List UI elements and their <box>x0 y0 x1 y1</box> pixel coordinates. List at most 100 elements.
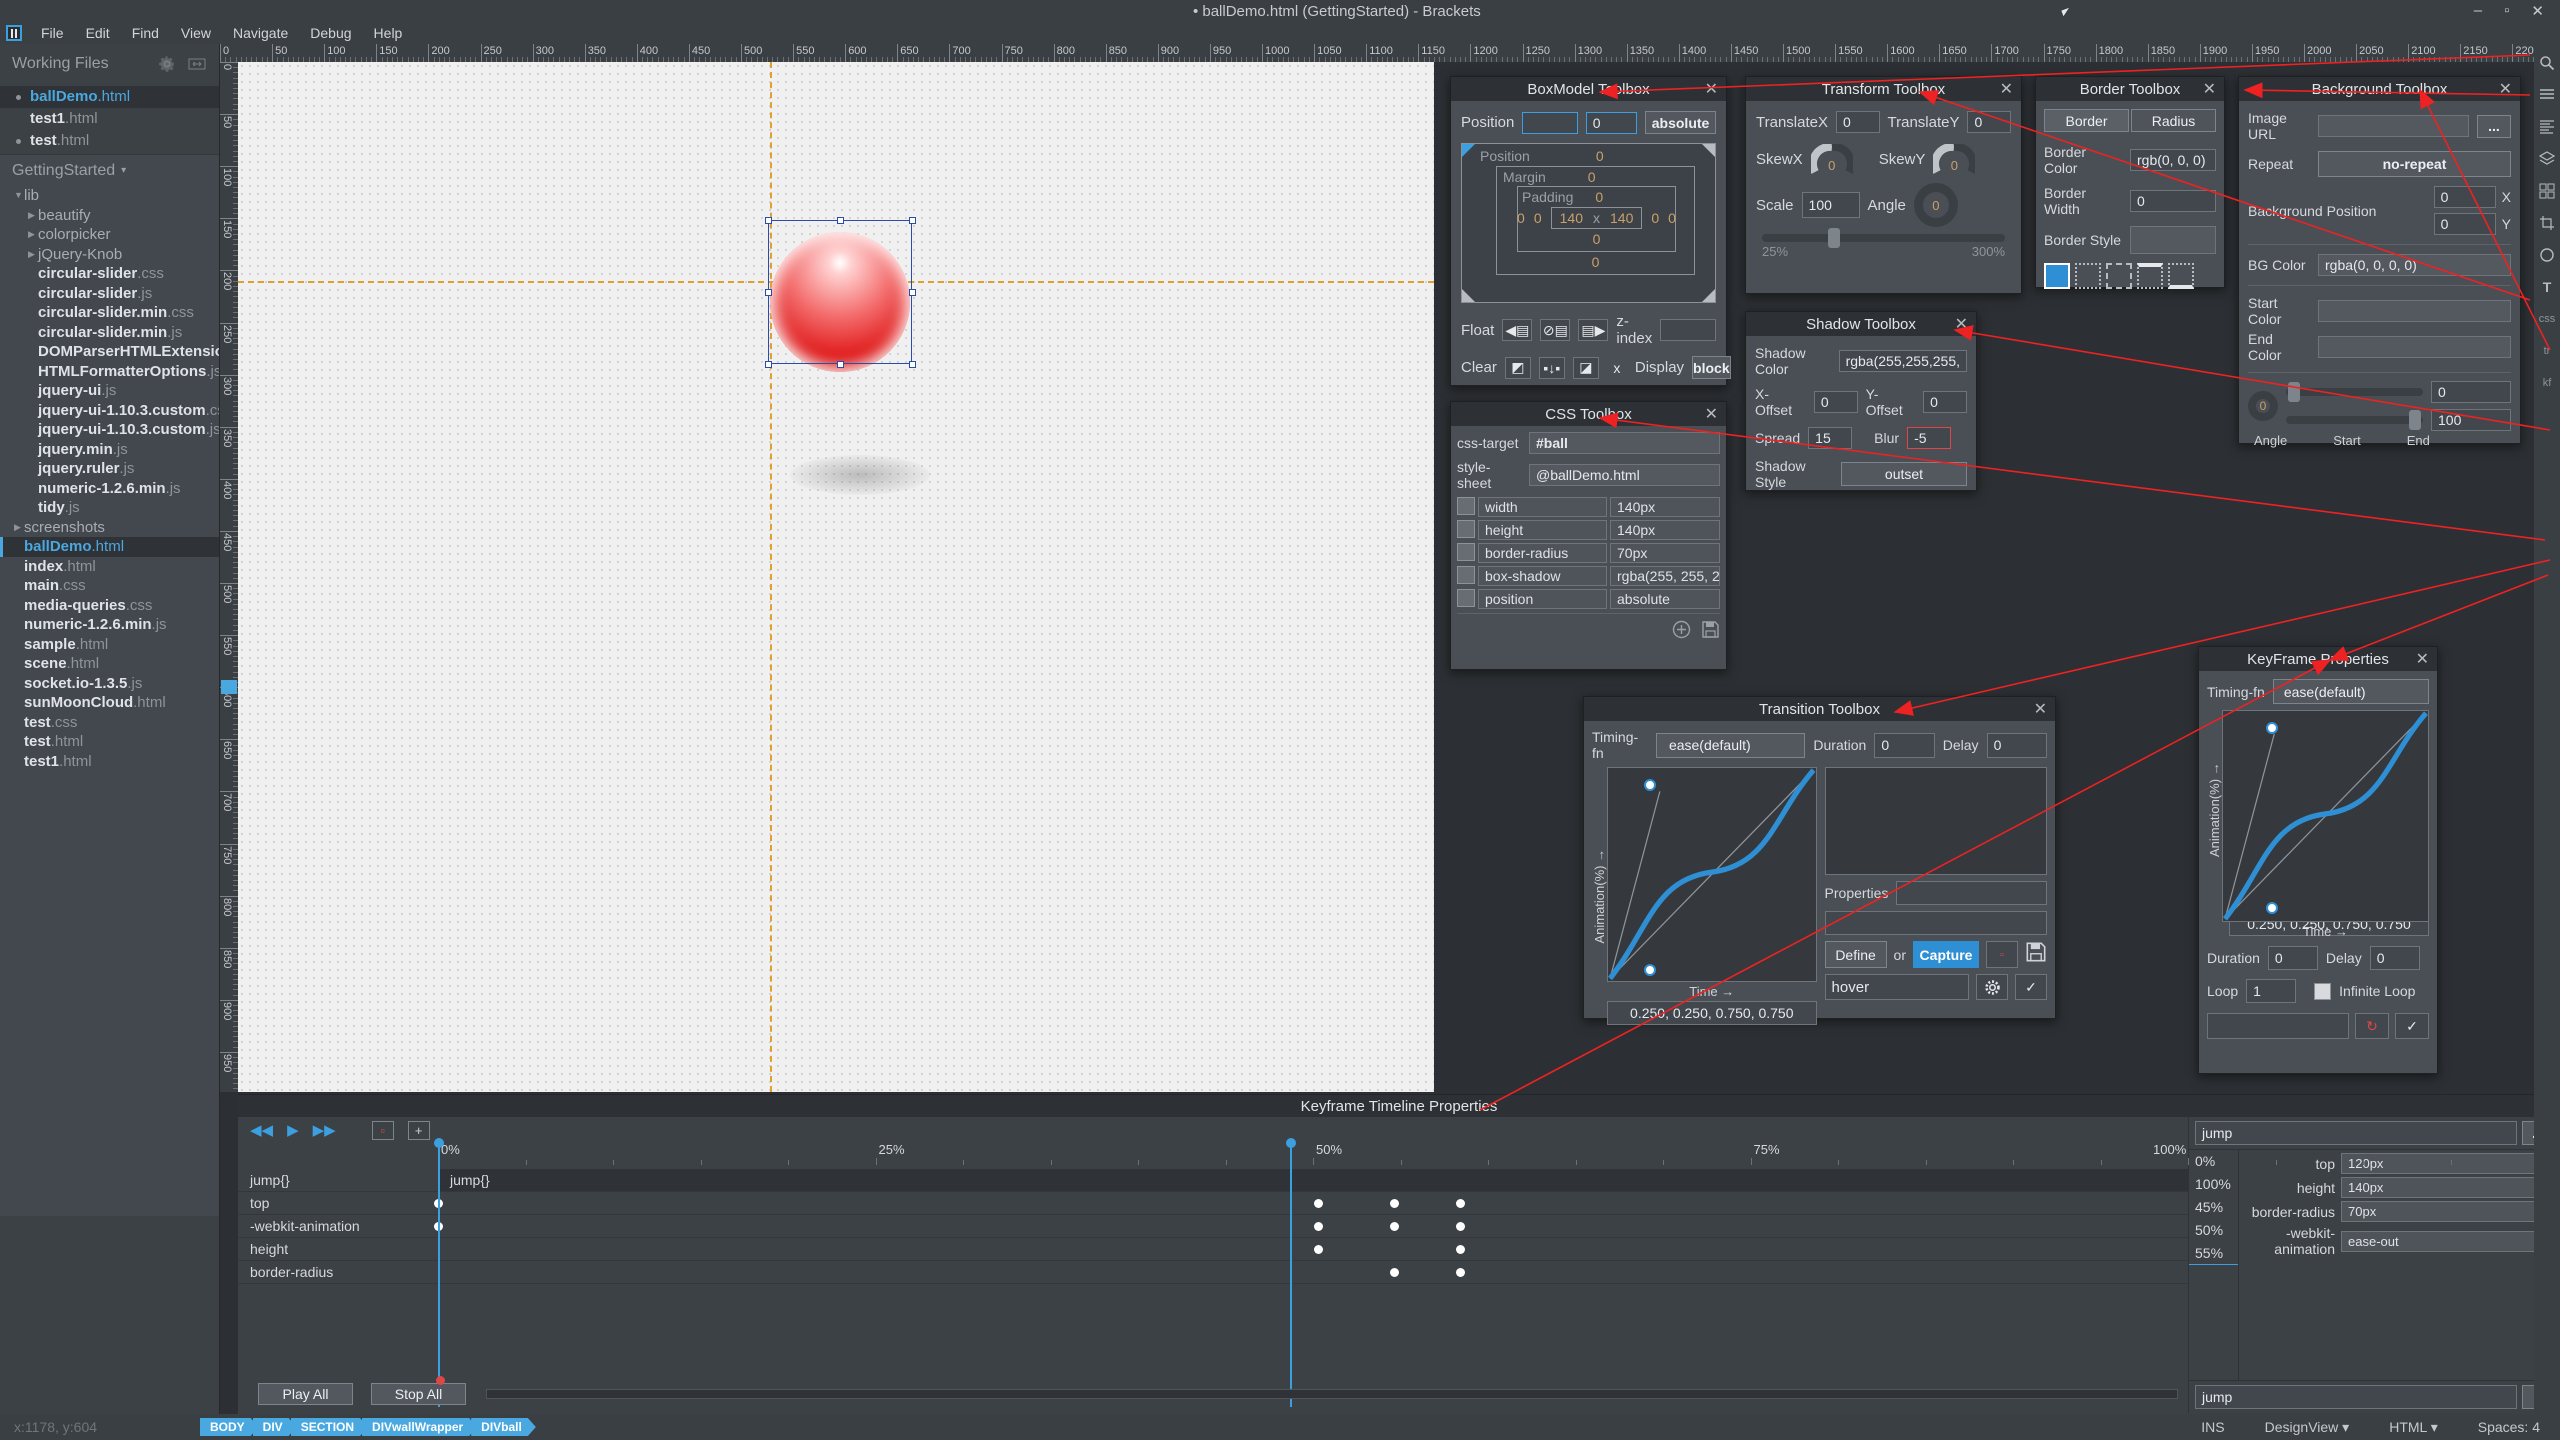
bm-content-height[interactable]: 140 <box>1610 210 1633 226</box>
tree-folder-item[interactable]: ▶screenshots <box>0 518 219 538</box>
transition-timing-select[interactable]: ease(default) <box>1656 733 1805 758</box>
shadow-color-field[interactable]: rgba(255,255,255, <box>1839 350 1967 372</box>
css-toolbox[interactable]: CSS Toolbox ✕ css-target #ball style-she… <box>1450 401 1727 670</box>
capture-button[interactable]: Capture <box>1913 941 1979 968</box>
property-value[interactable]: 70px <box>1610 543 1720 563</box>
horizontal-ruler[interactable]: 0501001502002503003504004505005506006507… <box>220 44 2560 62</box>
boxmodel-toolbox[interactable]: BoxModel Toolbox ✕ Position 0 absolute P… <box>1450 76 1727 386</box>
breadcrumb[interactable]: BODYDIVSECTIONDIVwallWrapperDIVball <box>200 1418 530 1436</box>
keyframe-marker[interactable] <box>1456 1245 1465 1254</box>
resize-handle-nw[interactable] <box>765 217 772 224</box>
bm-margin-bottom[interactable]: 0 <box>1592 254 1600 270</box>
close-icon[interactable]: ✕ <box>2000 79 2013 99</box>
resize-handle-ne[interactable] <box>909 217 916 224</box>
border-style-solid-swatch[interactable] <box>2044 263 2070 289</box>
css-property-row[interactable]: border-radius70px <box>1457 543 1720 563</box>
resize-handle-n[interactable] <box>837 217 844 224</box>
shadow-style-select[interactable]: outset <box>1841 462 1967 486</box>
bm-left-inner[interactable]: 0 <box>1534 210 1542 226</box>
menu-item-file[interactable]: File <box>30 22 75 44</box>
keyframe-properties-panel[interactable]: KeyFrame Properties ✕ Timing-fn ease(def… <box>2198 646 2438 1074</box>
resize-handle-sw[interactable] <box>765 361 772 368</box>
breadcrumb-item[interactable]: SECTION <box>291 1418 368 1436</box>
transform-toolbox[interactable]: Transform Toolbox ✕ TranslateX 0 Transla… <box>1745 76 2022 294</box>
breadcrumb-item[interactable]: DIVball <box>471 1418 536 1436</box>
gradient-end-slider[interactable] <box>2286 416 2423 424</box>
position-field-2[interactable]: 0 <box>1586 112 1637 134</box>
maximize-button[interactable]: ▫ <box>2504 2 2509 20</box>
css-property-row[interactable]: height140px <box>1457 520 1720 540</box>
clear-both-icon[interactable]: ▪↓▪ <box>1539 357 1565 379</box>
keyframe-property-row[interactable]: border-radius70px <box>2243 1201 2554 1222</box>
gear-icon[interactable] <box>157 54 177 74</box>
border-style-groove-swatch[interactable] <box>2168 263 2194 289</box>
css-label-icon[interactable]: css <box>2538 310 2556 328</box>
resize-handle-e[interactable] <box>909 289 916 296</box>
border-toolbox-titlebar[interactable]: Border Toolbox ✕ <box>2036 77 2224 101</box>
transition-preview-area[interactable] <box>1825 767 2047 875</box>
tree-file-item[interactable]: index.html <box>0 557 219 577</box>
timeline-track[interactable]: border-radius <box>238 1261 2188 1284</box>
rewind-icon[interactable]: ◀◀ <box>250 1121 273 1139</box>
kf-duration-field[interactable]: 0 <box>2268 946 2318 970</box>
confirm-check-icon[interactable]: ✓ <box>2015 974 2047 1000</box>
design-canvas[interactable] <box>238 62 1434 1092</box>
kf-bezier-graph[interactable] <box>2222 710 2429 922</box>
menu-item-debug[interactable]: Debug <box>299 22 362 44</box>
angle-knob[interactable]: 0 <box>1914 183 1958 227</box>
breadcrumb-item[interactable]: DIV <box>253 1418 297 1436</box>
kf-bezier-handle-p2[interactable] <box>2266 902 2278 914</box>
keyframe-label-icon[interactable]: kf <box>2538 374 2556 392</box>
tree-file-item[interactable]: main.css <box>0 576 219 596</box>
chevron-right-icon[interactable]: ▶ <box>28 206 35 226</box>
keyframe-property-list[interactable]: top120pxheight140pxborder-radius70px-web… <box>2239 1150 2560 1380</box>
float-right-icon[interactable]: ▤▶ <box>1578 319 1608 341</box>
skewX-knob[interactable]: 0 <box>1811 144 1853 174</box>
css-properties-list[interactable]: width140pxheight140pxborder-radius70pxbo… <box>1457 497 1720 609</box>
split-view-icon[interactable] <box>187 54 207 74</box>
close-icon[interactable]: ✕ <box>1955 314 1968 334</box>
tree-folder-item[interactable]: ▼lib <box>0 186 219 206</box>
bm-right-outer[interactable]: 0 <box>1668 210 1676 226</box>
close-button[interactable]: ✕ <box>2531 2 2544 20</box>
timeline-track[interactable]: jump{}jump{} <box>238 1169 2188 1192</box>
timeline-tracks[interactable]: jump{}jump{}top-webkit-animationheightbo… <box>238 1169 2188 1284</box>
keyframe-percent-item[interactable]: 55% <box>2189 1242 2238 1265</box>
keyframe-percent-item[interactable]: 45% <box>2189 1196 2238 1219</box>
bm-position-top[interactable]: 0 <box>1596 148 1604 164</box>
gradient-start-slider[interactable] <box>2286 388 2423 396</box>
property-toggle-swatch[interactable] <box>1457 589 1475 607</box>
transition-bezier-value[interactable]: 0.250, 0.250, 0.750, 0.750 <box>1607 1001 1817 1025</box>
menu-item-edit[interactable]: Edit <box>75 22 121 44</box>
y-offset-field[interactable]: 0 <box>1923 391 1967 413</box>
keyframe-percent-item[interactable]: 50% <box>2189 1219 2238 1242</box>
transition-duration-field[interactable]: 0 <box>1874 733 1934 758</box>
close-icon[interactable]: ✕ <box>2499 79 2512 99</box>
timeline-playhead[interactable] <box>438 1143 440 1407</box>
tree-file-item[interactable]: circular-slider.js <box>0 284 219 304</box>
tree-file-item[interactable]: test.css <box>0 713 219 733</box>
tree-file-item[interactable]: test1.html <box>0 752 219 772</box>
background-toolbox[interactable]: Background Toolbox ✕ Image URL ... Repea… <box>2238 76 2521 444</box>
bg-pos-x-field[interactable]: 0 <box>2434 186 2496 208</box>
chevron-right-icon[interactable]: ▶ <box>28 225 35 245</box>
timeline-ruler[interactable]: 0%25%50%75%100% <box>438 1139 2188 1165</box>
play-icon[interactable]: ▶ <box>287 1121 299 1139</box>
css-property-row[interactable]: positionabsolute <box>1457 589 1720 609</box>
keyframe-marker[interactable] <box>1314 1222 1323 1231</box>
stylesheet-field[interactable]: @ballDemo.html <box>1529 464 1720 486</box>
keyframe-percent-list[interactable]: 0%100%45%50%55% <box>2189 1150 2239 1380</box>
kf-delay-field[interactable]: 0 <box>2370 946 2420 970</box>
animation-name-field[interactable]: jump <box>2195 1121 2517 1145</box>
css-property-row[interactable]: box-shadowrgba(255, 255, 255, <box>1457 566 1720 586</box>
keyframe-properties-titlebar[interactable]: KeyFrame Properties ✕ <box>2199 647 2437 671</box>
keyframe-marker[interactable] <box>1390 1199 1399 1208</box>
close-icon[interactable]: ✕ <box>2203 79 2216 99</box>
menu-item-view[interactable]: View <box>170 22 222 44</box>
keyframe-marker[interactable] <box>1314 1245 1323 1254</box>
breadcrumb-item[interactable]: DIVwallWrapper <box>362 1418 477 1436</box>
gradient-end-field[interactable]: 100 <box>2431 409 2511 431</box>
display-select[interactable]: block <box>1692 356 1731 379</box>
tree-folder-item[interactable]: ▶jQuery-Knob <box>0 245 219 265</box>
list-icon[interactable] <box>2538 86 2556 104</box>
